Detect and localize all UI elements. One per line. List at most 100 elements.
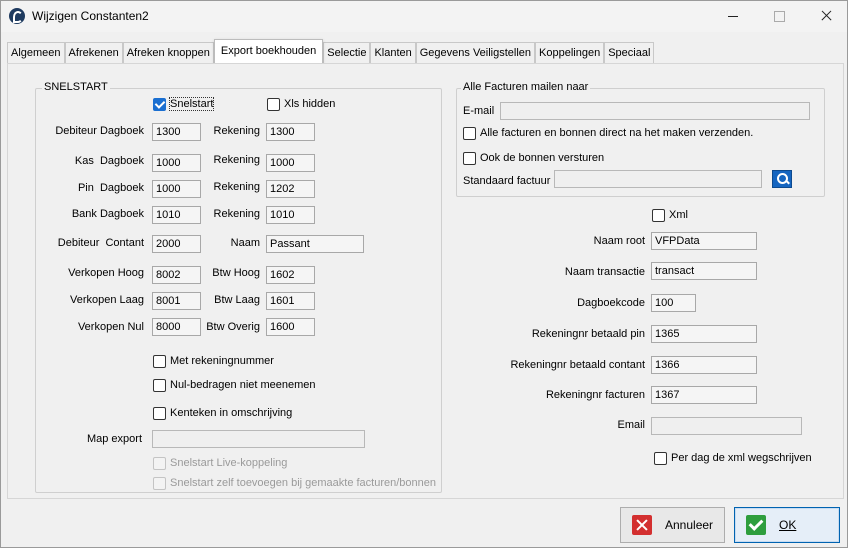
title-bar: Wijzigen Constanten2: [1, 1, 847, 32]
btw-hoog-label: Btw Hoog: [212, 267, 260, 279]
tab-algemeen[interactable]: Algemeen: [7, 42, 65, 63]
checkbox-icon: [652, 208, 665, 222]
naam-root-label: Naam root: [593, 235, 645, 247]
betaald-contant-label: Rekeningnr betaald contant: [510, 359, 645, 371]
tab-selectie[interactable]: Selectie: [323, 42, 371, 63]
bank-rekening-field[interactable]: 1010: [266, 206, 315, 224]
direct-verzenden-checkbox[interactable]: Alle facturen en bonnen direct na het ma…: [463, 125, 753, 141]
standaard-factuur-label: Standaard factuur: [463, 175, 551, 187]
debiteur-dagboek-label: Debiteur Dagboek: [55, 125, 144, 137]
ok-button[interactable]: OK: [734, 507, 840, 543]
verkopen-laag-label: Verkopen Laag: [69, 294, 144, 306]
cancel-x-icon: [632, 515, 652, 535]
mail-email-field[interactable]: [500, 102, 810, 120]
dagboekcode-label: Dagboekcode: [577, 297, 645, 309]
window-title: Wijzigen Constanten2: [32, 9, 149, 23]
dagboekcode-field[interactable]: 100: [651, 294, 696, 312]
bank-dagboek-label: Bank Dagboek: [71, 208, 144, 220]
kas-dagboek-label: Kas Dagboek: [74, 155, 144, 167]
verkopen-laag-field[interactable]: 8001: [152, 292, 201, 310]
debiteur-rekening-label: Rekening: [213, 125, 260, 137]
checkbox-icon: [153, 354, 166, 368]
maximize-button[interactable]: [756, 1, 802, 31]
live-koppeling-checkbox[interactable]: Snelstart Live-koppeling: [153, 455, 287, 471]
pin-rekening-label: Rekening: [213, 181, 260, 193]
snelstart-legend: SNELSTART: [42, 81, 110, 93]
cancel-button[interactable]: Annuleer: [620, 507, 725, 543]
debiteur-rekening-field[interactable]: 1300: [266, 123, 315, 141]
checkbox-icon: [267, 97, 280, 111]
tab-gegevens-veiligstellen[interactable]: Gegevens Veiligstellen: [415, 42, 536, 63]
debiteur-contant-field[interactable]: 2000: [152, 235, 201, 253]
bonnen-versturen-checkbox[interactable]: Ook de bonnen versturen: [463, 150, 604, 166]
checkbox-icon: [153, 378, 166, 392]
xml-email-field[interactable]: [651, 417, 802, 435]
naam-transactie-field[interactable]: transact: [651, 262, 757, 280]
btw-laag-field[interactable]: 1601: [266, 292, 315, 310]
tab-klanten[interactable]: Klanten: [370, 42, 416, 63]
rekeningnr-facturen-field[interactable]: 1367: [651, 386, 757, 404]
tab-export-boekhouden[interactable]: Export boekhouden: [213, 39, 324, 64]
xls-hidden-checkbox[interactable]: Xls hidden: [267, 96, 335, 112]
naam-field[interactable]: Passant: [266, 235, 364, 253]
met-rekeningnummer-checkbox[interactable]: Met rekeningnummer: [153, 353, 274, 369]
checkbox-checked-icon: [153, 97, 166, 111]
tab-strip: Algemeen Afrekenen Afreken knoppen Expor…: [7, 39, 655, 64]
pin-dagboek-field[interactable]: 1000: [152, 180, 201, 198]
kas-rekening-label: Rekening: [213, 154, 260, 166]
map-export-label: Map export: [86, 433, 142, 445]
betaald-pin-field[interactable]: 1365: [651, 325, 757, 343]
btw-hoog-field[interactable]: 1602: [266, 266, 315, 284]
tab-afreken-knoppen[interactable]: Afreken knoppen: [122, 42, 214, 63]
verkopen-nul-label: Verkopen Nul: [77, 321, 144, 333]
checkbox-icon: [153, 406, 166, 420]
standaard-factuur-field[interactable]: [554, 170, 762, 188]
debiteur-dagboek-field[interactable]: 1300: [152, 123, 201, 141]
bank-rekening-label: Rekening: [213, 208, 260, 220]
cancel-button-label: Annuleer: [665, 518, 714, 532]
checkbox-icon: [153, 476, 166, 490]
app-logo-icon: [9, 8, 25, 24]
tab-koppelingen[interactable]: Koppelingen: [535, 42, 605, 63]
naam-label: Naam: [230, 237, 260, 249]
checkbox-icon: [654, 451, 667, 465]
naam-root-field[interactable]: VFPData: [651, 232, 757, 250]
verkopen-hoog-field[interactable]: 8002: [152, 266, 201, 284]
bank-dagboek-field[interactable]: 1010: [152, 206, 201, 224]
close-button[interactable]: [803, 1, 848, 31]
xml-checkbox[interactable]: Xml: [652, 207, 688, 223]
mail-email-label: E-mail: [463, 105, 495, 117]
search-icon[interactable]: [772, 170, 792, 188]
checkbox-icon: [153, 456, 166, 470]
minimize-button[interactable]: [710, 1, 756, 31]
btw-laag-label: Btw Laag: [214, 294, 260, 306]
kas-rekening-field[interactable]: 1000: [266, 154, 315, 172]
tab-afrekenen[interactable]: Afrekenen: [64, 42, 123, 63]
pin-rekening-field[interactable]: 1202: [266, 180, 315, 198]
debiteur-contant-label: Debiteur Contant: [57, 237, 144, 249]
tab-speciaal[interactable]: Speciaal: [604, 42, 655, 63]
pin-dagboek-label: Pin Dagboek: [77, 182, 144, 194]
betaald-pin-label: Rekeningnr betaald pin: [531, 328, 645, 340]
dialog-window: Wijzigen Constanten2 Algemeen Afrekenen …: [0, 0, 848, 548]
btw-overig-label: Btw Overig: [206, 321, 260, 333]
map-export-field[interactable]: [152, 430, 365, 448]
kas-dagboek-field[interactable]: 1000: [152, 154, 201, 172]
per-dag-checkbox[interactable]: Per dag de xml wegschrijven: [654, 450, 812, 466]
kenteken-checkbox[interactable]: Kenteken in omschrijving: [153, 405, 292, 421]
checkmark-icon: [746, 515, 766, 535]
betaald-contant-field[interactable]: 1366: [651, 356, 757, 374]
checkbox-icon: [463, 126, 476, 140]
ok-button-label: OK: [779, 518, 797, 532]
naam-transactie-label: Naam transactie: [564, 266, 645, 278]
snelstart-checkbox[interactable]: Snelstart: [153, 96, 215, 112]
nul-bedragen-checkbox[interactable]: Nul-bedragen niet meenemen: [153, 377, 316, 393]
verkopen-hoog-label: Verkopen Hoog: [68, 267, 144, 279]
rekeningnr-facturen-label: Rekeningnr facturen: [545, 389, 645, 401]
verkopen-nul-field[interactable]: 8000: [152, 318, 201, 336]
mail-legend: Alle Facturen mailen naar: [461, 81, 591, 93]
btw-overig-field[interactable]: 1600: [266, 318, 315, 336]
xml-email-label: Email: [617, 419, 645, 431]
zelf-toevoegen-checkbox[interactable]: Snelstart zelf toevoegen bij gemaakte fa…: [153, 475, 436, 491]
checkbox-icon: [463, 151, 476, 165]
